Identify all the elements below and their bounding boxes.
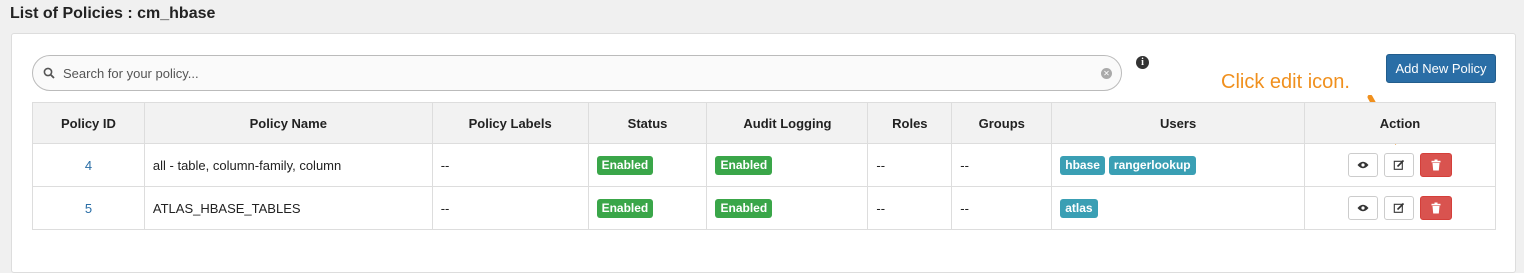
edit-icon (1393, 159, 1405, 170)
policy-labels: -- (431, 186, 589, 230)
status-badge: Enabled (596, 198, 654, 218)
policy-id-link[interactable]: 5 (85, 201, 92, 216)
info-icon[interactable]: i (1136, 56, 1149, 69)
audit-logging-badge: Enabled (715, 198, 773, 218)
search-input[interactable] (61, 58, 1121, 88)
header-status: Status (587, 102, 708, 144)
trash-icon (1431, 202, 1441, 214)
audit-logging-badge: Enabled (715, 155, 773, 175)
policy-id-link[interactable]: 4 (85, 158, 92, 173)
page-title: List of Policies : cm_hbase (10, 5, 216, 22)
policy-name: all - table, column-family, column (143, 143, 433, 187)
policy-table: Policy ID Policy Name Policy Labels Stat… (32, 102, 1496, 230)
header-groups: Groups (951, 102, 1053, 144)
user-badge: atlas (1060, 198, 1098, 218)
clear-icon[interactable]: ✕ (1101, 68, 1112, 79)
delete-button[interactable] (1419, 153, 1452, 177)
roles-cell: -- (867, 186, 953, 230)
table-header-row: Policy ID Policy Name Policy Labels Stat… (32, 102, 1496, 144)
annotation-text: Click edit icon. (1221, 71, 1350, 93)
user-badge: rangerlookup (1108, 155, 1196, 175)
trash-icon (1431, 159, 1441, 171)
header-action: Action (1304, 102, 1496, 144)
header-policy-id: Policy ID (32, 102, 145, 144)
eye-icon (1357, 204, 1369, 212)
table-row: 4 all - table, column-family, column -- … (32, 143, 1496, 187)
add-new-policy-button[interactable]: Add New Policy (1386, 54, 1496, 83)
delete-button[interactable] (1419, 196, 1452, 220)
edit-icon (1393, 202, 1405, 213)
header-roles: Roles (867, 102, 953, 144)
status-badge: Enabled (596, 155, 654, 175)
view-button[interactable] (1348, 196, 1379, 220)
edit-button[interactable] (1384, 153, 1414, 177)
header-users: Users (1051, 102, 1306, 144)
view-button[interactable] (1348, 153, 1379, 177)
header-audit-logging: Audit Logging (706, 102, 869, 144)
header-policy-labels: Policy Labels (431, 102, 589, 144)
policy-labels: -- (431, 143, 589, 187)
eye-icon (1357, 161, 1369, 169)
search-box[interactable]: ✕ (32, 55, 1122, 91)
table-row: 5 ATLAS_HBASE_TABLES -- Enabled Enabled … (32, 186, 1496, 230)
groups-cell: -- (951, 186, 1053, 230)
roles-cell: -- (867, 143, 953, 187)
user-badge: hbase (1060, 155, 1105, 175)
search-icon (43, 66, 57, 80)
policy-name: ATLAS_HBASE_TABLES (143, 186, 433, 230)
edit-button[interactable] (1384, 196, 1414, 220)
header-policy-name: Policy Name (143, 102, 433, 144)
groups-cell: -- (951, 143, 1053, 187)
